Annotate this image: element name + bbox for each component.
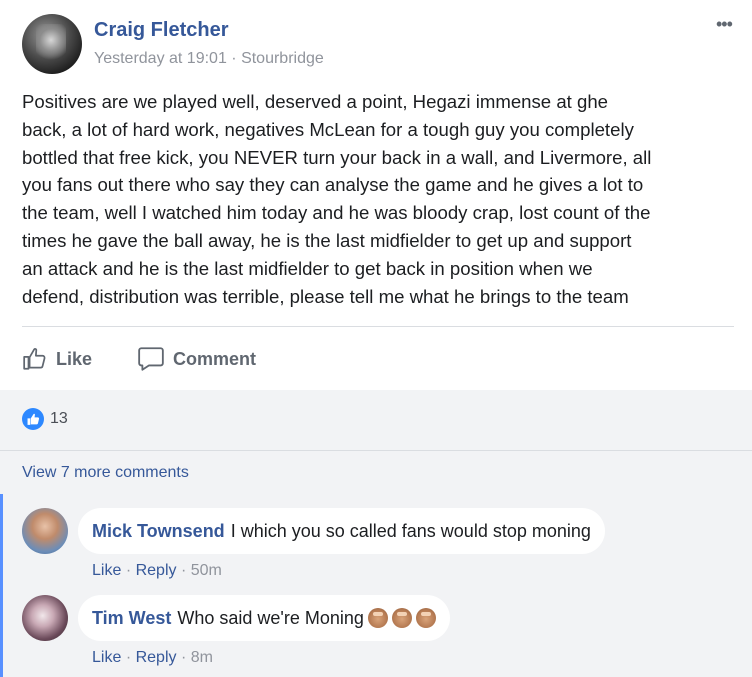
author-avatar[interactable]: [22, 14, 82, 74]
view-more-comments-link[interactable]: View 7 more comments: [22, 464, 189, 482]
commenter-avatar[interactable]: [22, 595, 68, 641]
monkey-emoji-icon: [415, 608, 436, 628]
reaction-count: 13: [50, 410, 68, 427]
comment-label: Comment: [173, 348, 257, 369]
comment-button[interactable]: Comment: [137, 344, 256, 374]
comment-actions: Like · Reply · 8m: [92, 649, 213, 667]
post-meta: Yesterday at 19:01 · Stourbridge: [94, 50, 324, 68]
more-options-icon[interactable]: •••: [716, 14, 733, 35]
comment-bubble: Tim West Who said we're Moning: [78, 595, 450, 641]
divider: [0, 450, 752, 451]
comment-like-link[interactable]: Like: [92, 649, 121, 666]
comments-area: 13 View 7 more comments Mick Townsend I …: [0, 390, 752, 677]
comment-text: Who said we're Moning: [177, 607, 364, 628]
comment-actions: Like · Reply · 50m: [92, 562, 222, 580]
comment-text: I which you so called fans would stop mo…: [230, 520, 591, 541]
dot-separator: ·: [125, 649, 136, 666]
comment-thread-indicator: [0, 494, 3, 677]
reactions-summary[interactable]: 13: [22, 408, 68, 430]
like-reaction-icon: [22, 408, 44, 430]
post-card: Craig Fletcher Yesterday at 19:01 · Stou…: [0, 0, 752, 390]
like-label: Like: [56, 348, 93, 369]
commenter-name[interactable]: Mick Townsend: [92, 521, 225, 542]
comment-time[interactable]: 8m: [191, 649, 213, 666]
monkey-emoji-icon: [367, 608, 388, 628]
comment-bubble-icon: [138, 347, 164, 371]
commenter-name[interactable]: Tim West: [92, 608, 171, 629]
comment-reply-link[interactable]: Reply: [136, 649, 177, 666]
comment-time[interactable]: 50m: [191, 562, 222, 579]
thumbs-up-icon: [23, 348, 46, 370]
post-location[interactable]: Stourbridge: [241, 50, 324, 67]
like-button[interactable]: Like: [22, 344, 92, 374]
meta-separator: ·: [226, 50, 242, 67]
dot-separator: ·: [180, 562, 191, 579]
post-text: Positives are we played well, deserved a…: [22, 91, 652, 307]
divider: [22, 326, 734, 327]
dot-separator: ·: [180, 649, 191, 666]
commenter-avatar[interactable]: [22, 508, 68, 554]
monkey-emoji-icon: [391, 608, 412, 628]
comment-bubble: Mick Townsend I which you so called fans…: [78, 508, 605, 554]
comment-reply-link[interactable]: Reply: [136, 562, 177, 579]
comment-like-link[interactable]: Like: [92, 562, 121, 579]
author-name[interactable]: Craig Fletcher: [94, 19, 228, 42]
dot-separator: ·: [125, 562, 136, 579]
post-timestamp[interactable]: Yesterday at 19:01: [94, 50, 227, 67]
